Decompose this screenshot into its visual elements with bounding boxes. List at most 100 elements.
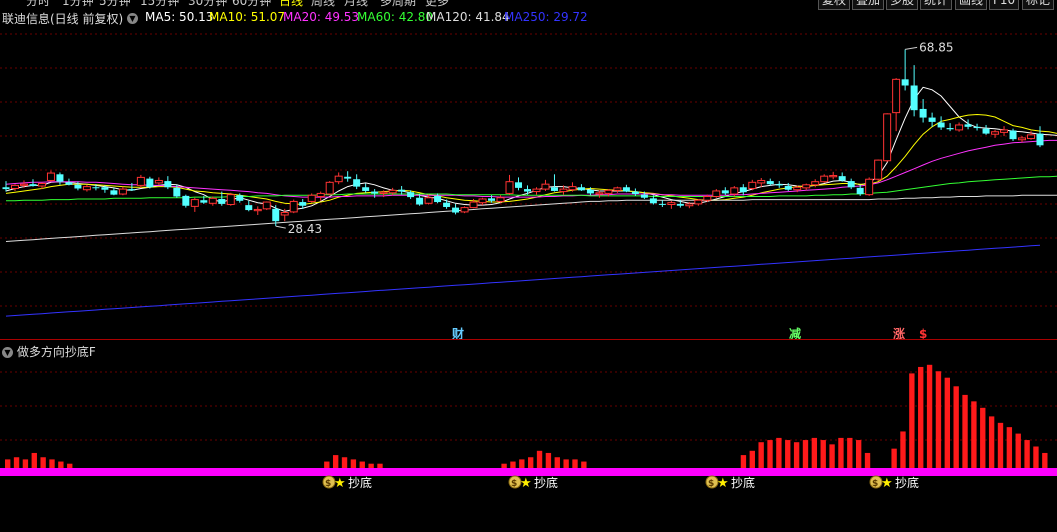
indicator-bar <box>31 452 37 468</box>
candle <box>1000 126 1009 137</box>
candle-body <box>469 201 478 209</box>
candle-body <box>523 189 531 192</box>
dollar-glyph: $ <box>325 479 331 489</box>
event-marker: 财 <box>451 326 464 340</box>
candle <box>460 206 469 214</box>
candle-body <box>379 191 388 194</box>
candle-body <box>901 79 909 86</box>
candle <box>820 174 829 183</box>
candle-body <box>496 197 505 202</box>
candle-body <box>398 189 406 192</box>
candle-body <box>146 178 154 188</box>
candle <box>613 186 622 193</box>
candle <box>452 203 460 215</box>
indicator-bar <box>5 459 11 468</box>
candle <box>955 122 964 132</box>
candle-body <box>559 188 568 193</box>
candle <box>694 198 703 206</box>
indicator-bar <box>1024 440 1030 468</box>
low-marker-line <box>275 225 286 229</box>
indicator-chart[interactable]: $ ★ 抄底 $ ★ 抄底 $ ★ 抄底 $ ★ 抄底 <box>0 340 1057 532</box>
candle-body <box>865 178 874 196</box>
indicator-bar <box>971 401 977 468</box>
candle-body <box>991 131 1000 135</box>
candle-body <box>353 179 361 187</box>
indicator-bar <box>22 459 29 468</box>
star-icon: ★ <box>520 476 532 491</box>
candle-body <box>1009 130 1017 140</box>
indicator-bar <box>997 422 1004 468</box>
candle-body <box>541 183 550 190</box>
indicator-bar <box>855 440 862 468</box>
indicator-bar <box>909 373 915 468</box>
candle-body <box>964 124 972 127</box>
candle-body <box>46 172 55 181</box>
indicator-bar <box>820 440 826 468</box>
candle <box>515 177 523 191</box>
indicator-bar <box>935 371 942 468</box>
candle <box>325 181 334 196</box>
signal-label: 抄底 <box>348 475 372 490</box>
candle <box>164 176 172 190</box>
candle-body <box>407 192 415 198</box>
candle-body <box>874 159 883 180</box>
candle-body <box>766 181 774 185</box>
candle <box>712 189 721 198</box>
star-icon: ★ <box>334 476 346 491</box>
candle-body <box>937 122 945 128</box>
indicator-bar <box>749 450 755 468</box>
candle <box>190 197 199 212</box>
candle <box>721 187 729 196</box>
candle-body <box>928 117 936 122</box>
indicator-bar <box>785 440 791 468</box>
indicator-bar <box>1042 452 1048 468</box>
candle-body <box>245 205 253 211</box>
candle-body <box>703 196 712 201</box>
candle-body <box>37 183 46 187</box>
candle <box>838 172 846 182</box>
candle <box>1036 126 1044 148</box>
ma-line-ma20 <box>5 139 1057 198</box>
candle <box>262 201 271 211</box>
candle-body <box>802 184 811 189</box>
candle-body <box>1000 129 1009 133</box>
candle-body <box>272 208 280 222</box>
candle-body <box>190 199 199 207</box>
money-bag-star-icon: $ ★ 抄底 <box>508 475 558 491</box>
candle-body <box>973 126 981 129</box>
indicator-bar <box>864 452 871 468</box>
candle-body <box>136 176 145 186</box>
indicator-bar <box>891 448 897 468</box>
candle-body <box>1018 137 1027 141</box>
signal-label: 抄底 <box>731 475 755 490</box>
candle-body <box>856 187 864 195</box>
candle <box>631 188 639 196</box>
indicator-bar <box>1033 446 1039 468</box>
candle-body <box>586 189 594 194</box>
candle-body <box>568 186 577 191</box>
candle-body <box>730 187 739 195</box>
candle <box>307 193 316 203</box>
candle-body <box>739 187 747 193</box>
indicator-bar <box>988 416 995 468</box>
indicator-bar <box>563 459 569 468</box>
star-icon: ★ <box>881 476 893 491</box>
candle-body <box>253 208 262 212</box>
price-chart[interactable]: 68.8528.43财减涨 $ <box>0 0 1057 340</box>
candle <box>604 189 613 197</box>
candle <box>964 119 972 130</box>
candle-body <box>262 201 271 210</box>
candle-body <box>362 187 370 191</box>
candle <box>398 186 406 195</box>
indicator-baseline <box>0 468 1057 476</box>
candle-body <box>631 191 639 195</box>
candle-body <box>101 187 109 190</box>
indicator-gridlines <box>0 371 1057 441</box>
candle <box>874 159 883 182</box>
ma-line-ma250 <box>5 244 1041 317</box>
indicator-bar <box>13 457 20 468</box>
candle-body <box>173 187 181 197</box>
candle <box>892 78 901 132</box>
candle <box>505 174 514 195</box>
candle-body <box>649 198 657 204</box>
